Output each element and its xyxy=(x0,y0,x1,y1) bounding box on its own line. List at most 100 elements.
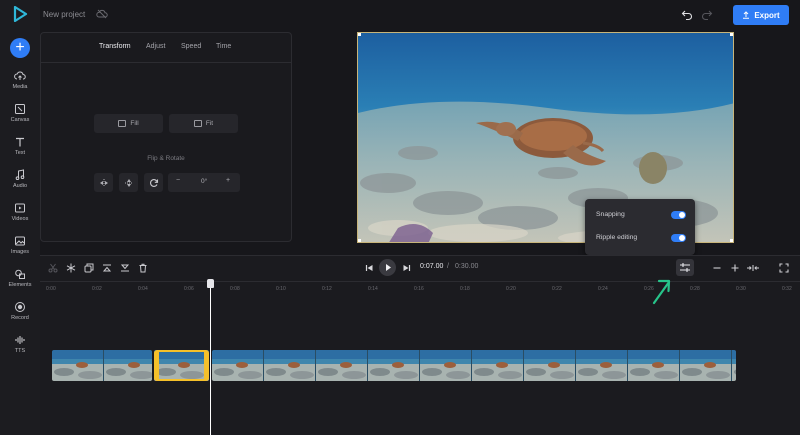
sidebar-item-images[interactable]: Images xyxy=(0,233,40,263)
clip-thumbnails xyxy=(52,350,152,381)
ruler-tick-label: 0:04 xyxy=(138,286,148,292)
rotation-increase[interactable]: + xyxy=(226,177,230,184)
time-ruler[interactable]: 0:00 0:02 0:04 0:06 0:08 0:10 0:12 0:14 0:16 0:18… xyxy=(40,281,800,294)
sidebar-item-label: Elements xyxy=(8,282,32,288)
sidebar-item-videos[interactable]: Videos xyxy=(0,200,40,230)
resize-handle-bl[interactable] xyxy=(358,239,361,242)
duplicate-icon[interactable] xyxy=(84,263,94,273)
zoom-out-icon[interactable] xyxy=(712,263,722,273)
move-up-icon[interactable] xyxy=(102,263,112,273)
fill-icon xyxy=(118,120,127,127)
resize-handle-tl[interactable] xyxy=(358,33,361,36)
ruler-tick-label: 0:06 xyxy=(184,286,194,292)
clip-selection-outline[interactable] xyxy=(154,350,209,381)
fit-icon xyxy=(193,120,202,127)
ripple-editing-toggle[interactable] xyxy=(671,234,686,242)
sidebar-item-label: Text xyxy=(14,150,26,156)
cut-icon[interactable] xyxy=(48,263,58,273)
resize-handle-tr[interactable] xyxy=(730,33,733,36)
ruler-tick-label: 0:28 xyxy=(690,286,700,292)
move-down-icon[interactable] xyxy=(120,263,130,273)
freeze-icon[interactable] xyxy=(66,263,76,273)
time-separator: / xyxy=(447,263,449,270)
rotation-decrease[interactable]: − xyxy=(176,177,180,184)
sidebar-item-canvas[interactable]: Canvas xyxy=(0,101,40,131)
redo-icon[interactable] xyxy=(701,9,713,21)
sidebar-item-elements[interactable]: Elements xyxy=(0,266,40,296)
sidebar-item-label: Record xyxy=(11,315,29,321)
sidebar-item-media[interactable]: Media xyxy=(0,68,40,98)
flip-vertical-button[interactable] xyxy=(119,173,138,192)
project-name[interactable]: New project xyxy=(43,10,85,19)
tab-time[interactable]: Time xyxy=(216,43,231,50)
clip-thumbnails xyxy=(212,350,736,381)
sidebar-item-label: TTS xyxy=(14,348,26,354)
skip-back-icon[interactable] xyxy=(365,263,374,273)
record-icon xyxy=(15,302,25,312)
snapping-popup: Snapping Ripple editing xyxy=(585,199,695,255)
ruler-tick-label: 0:16 xyxy=(414,286,424,292)
fit-button[interactable]: Fit xyxy=(169,114,238,133)
snapping-label: Snapping xyxy=(596,211,625,218)
flip-vertical-icon xyxy=(124,178,133,187)
undo-icon[interactable] xyxy=(681,9,693,21)
sidebar-item-audio[interactable]: Audio xyxy=(0,167,40,197)
flip-horizontal-icon xyxy=(99,178,108,187)
snapping-toggle[interactable] xyxy=(671,211,686,219)
shapes-icon xyxy=(15,269,25,279)
snapping-settings-button[interactable] xyxy=(676,259,694,276)
sidebar-item-label: Videos xyxy=(11,216,29,222)
zoom-in-icon[interactable] xyxy=(730,263,740,273)
sidebar-item-text[interactable]: Text xyxy=(0,134,40,164)
fit-timeline-icon[interactable] xyxy=(746,263,760,273)
canvas-icon xyxy=(15,104,25,114)
rotation-value[interactable]: 0° xyxy=(201,178,207,185)
resize-handle-br[interactable] xyxy=(730,239,733,242)
total-time: 0:30.00 xyxy=(455,263,479,270)
video-clip[interactable] xyxy=(52,350,152,381)
rotate-button[interactable] xyxy=(144,173,163,192)
text-icon xyxy=(16,137,24,147)
ruler-tick-label: 0:08 xyxy=(230,286,240,292)
ruler-tick-label: 0:22 xyxy=(552,286,562,292)
left-sidebar: + Media Canvas Text Audio Videos Images … xyxy=(0,0,40,435)
cloud-upload-icon xyxy=(14,71,26,80)
ruler-tick-label: 0:18 xyxy=(460,286,470,292)
ruler-tick-label: 0:12 xyxy=(322,286,332,292)
app-logo[interactable] xyxy=(12,6,28,22)
playhead-line xyxy=(210,281,211,435)
rotation-stepper[interactable]: − 0° + xyxy=(168,173,240,192)
tab-transform[interactable]: Transform xyxy=(99,43,131,50)
ruler-tick-label: 0:20 xyxy=(506,286,516,292)
sidebar-item-record[interactable]: Record xyxy=(0,299,40,329)
tab-speed[interactable]: Speed xyxy=(181,43,201,50)
ruler-tick-label: 0:10 xyxy=(276,286,286,292)
fill-button[interactable]: Fill xyxy=(94,114,163,133)
export-button[interactable]: Export xyxy=(733,5,789,25)
ruler-tick-label: 0:24 xyxy=(598,286,608,292)
ruler-tick-label: 0:14 xyxy=(368,286,378,292)
flip-horizontal-button[interactable] xyxy=(94,173,113,192)
sidebar-item-label: Audio xyxy=(12,183,28,189)
play-icon xyxy=(386,264,391,271)
ripple-editing-label: Ripple editing xyxy=(596,234,638,241)
waveform-icon xyxy=(15,336,25,344)
upload-icon xyxy=(743,11,750,19)
video-icon xyxy=(15,203,25,213)
properties-panel: Transform Adjust Speed Time Fill Fit Fli… xyxy=(40,32,292,242)
skip-forward-icon[interactable] xyxy=(402,263,411,273)
delete-icon[interactable] xyxy=(138,263,148,273)
tab-adjust[interactable]: Adjust xyxy=(146,43,165,50)
fullscreen-icon[interactable] xyxy=(779,263,789,273)
ruler-tick-label: 0:32 xyxy=(782,286,792,292)
video-clip[interactable] xyxy=(212,350,736,381)
fill-label: Fill xyxy=(130,120,139,127)
play-button[interactable] xyxy=(379,259,396,276)
sidebar-item-label: Images xyxy=(10,249,30,255)
sidebar-item-tts[interactable]: TTS xyxy=(0,332,40,362)
panel-tabs: Transform Adjust Speed Time xyxy=(41,33,291,63)
export-label: Export xyxy=(754,10,780,20)
add-media-button[interactable]: + xyxy=(10,38,30,58)
playhead-handle[interactable] xyxy=(207,279,214,288)
sidebar-item-label: Media xyxy=(12,84,28,90)
